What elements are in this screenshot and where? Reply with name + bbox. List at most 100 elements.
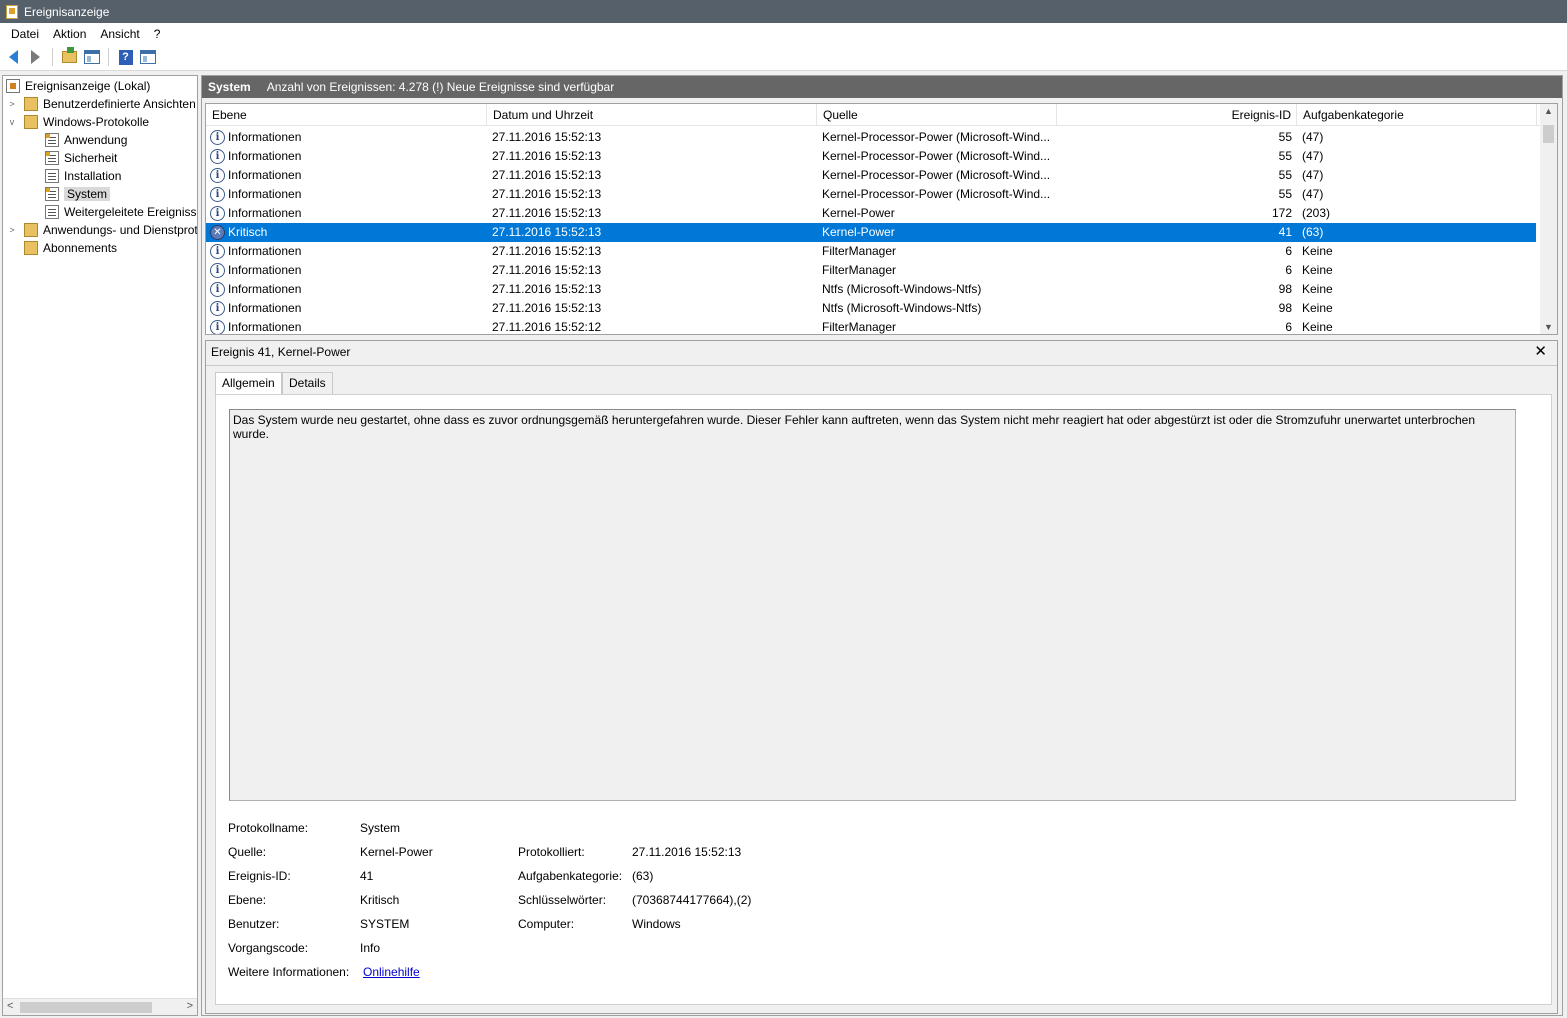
up-one-level-button[interactable]: [60, 47, 79, 67]
cell-id: 6: [1285, 320, 1292, 334]
event-row[interactable]: i Informationen 27.11.2016 15:52:13 Ntfs (M…: [206, 280, 1536, 299]
cell-level: Informationen: [228, 206, 302, 220]
cell-id: 41: [1278, 225, 1292, 239]
value-source: Kernel-Power: [360, 845, 433, 859]
cell-id: 6: [1285, 263, 1292, 277]
scrollbar-thumb[interactable]: [20, 1002, 152, 1013]
information-icon: i: [210, 187, 225, 202]
tree-item-custom-views[interactable]: > Benutzerdefinierte Ansichten: [6, 95, 196, 113]
scroll-left-icon[interactable]: <: [7, 1000, 13, 1012]
tree-item-app-services-logs[interactable]: > Anwendungs- und Dienstprotokolle: [6, 221, 197, 239]
cell-category: (47): [1302, 149, 1324, 163]
scroll-right-icon[interactable]: >: [187, 1000, 193, 1012]
console-tree: Ereignisanzeige (Lokal) > Benutzerdefini…: [2, 75, 198, 1016]
event-row[interactable]: i Informationen 27.11.2016 15:52:12 FilterM…: [206, 318, 1536, 334]
tree-item-subscriptions[interactable]: Abonnements: [24, 239, 117, 257]
scroll-up-icon[interactable]: ▲: [1544, 106, 1553, 116]
event-row[interactable]: i Informationen 27.11.2016 15:52:13 Kernel-…: [206, 166, 1536, 185]
menu-view[interactable]: Ansicht: [93, 27, 146, 41]
column-header-source[interactable]: Quelle: [817, 104, 1057, 126]
event-viewer-app-icon: [6, 4, 18, 19]
cell-category: Keine: [1302, 320, 1333, 334]
event-list-vertical-scrollbar[interactable]: ▲ ▼: [1540, 104, 1557, 334]
scrollbar-thumb[interactable]: [1543, 125, 1554, 143]
cell-category: Keine: [1302, 301, 1333, 315]
event-row[interactable]: i Informationen 27.11.2016 15:52:13 FilterM…: [206, 261, 1536, 280]
column-header-task-category[interactable]: Aufgabenkategorie: [1297, 104, 1537, 126]
event-row[interactable]: ✕ Kritisch 27.11.2016 15:52:13 Kernel-Power…: [206, 223, 1536, 242]
event-row[interactable]: i Informationen 27.11.2016 15:52:13 FilterM…: [206, 242, 1536, 261]
back-button[interactable]: [4, 48, 23, 67]
label-task-category: Aufgabenkategorie:: [518, 869, 623, 883]
event-message[interactable]: Das System wurde neu gestartet, ohne das…: [229, 409, 1516, 801]
event-count-info: Anzahl von Ereignissen: 4.278 (!) Neue E…: [266, 80, 615, 94]
event-row[interactable]: i Informationen 27.11.2016 15:52:13 Kernel-…: [206, 204, 1536, 223]
value-level: Kritisch: [360, 893, 400, 907]
tree-item-security[interactable]: Sicherheit: [45, 149, 117, 167]
information-icon: i: [210, 263, 225, 278]
scroll-down-icon[interactable]: ▼: [1544, 322, 1553, 332]
column-header-event-id[interactable]: Ereignis-ID: [1057, 104, 1297, 126]
menu-help[interactable]: ?: [147, 27, 168, 41]
cell-level: Kritisch: [228, 225, 268, 239]
event-list: Ebene Datum und Uhrzeit Quelle Ereignis-…: [205, 103, 1558, 335]
cell-id: 55: [1278, 187, 1292, 201]
help-button[interactable]: ?: [116, 48, 135, 67]
log-icon: [45, 187, 59, 201]
tree-item-root[interactable]: Ereignisanzeige (Lokal): [6, 77, 150, 95]
cell-level: Informationen: [228, 244, 302, 258]
expand-chevron-icon[interactable]: >: [6, 99, 18, 109]
label-keywords: Schlüsselwörter:: [518, 893, 607, 907]
cell-datetime: 27.11.2016 15:52:13: [492, 187, 602, 201]
value-opcode: Info: [360, 941, 381, 955]
cell-source: FilterManager: [822, 320, 897, 334]
tab-general[interactable]: Allgemein: [215, 372, 282, 395]
tree-item-windows-logs[interactable]: v Windows-Protokolle: [6, 113, 149, 131]
cell-category: Keine: [1302, 244, 1333, 258]
cell-category: (47): [1302, 168, 1324, 182]
cell-id: 55: [1278, 130, 1292, 144]
tab-details[interactable]: Details: [282, 372, 333, 394]
cell-source: Ntfs (Microsoft-Windows-Ntfs): [822, 282, 982, 296]
label-source: Quelle:: [228, 845, 267, 859]
information-icon: i: [210, 130, 225, 145]
cell-datetime: 27.11.2016 15:52:13: [492, 130, 602, 144]
event-list-header: Ebene Datum und Uhrzeit Quelle Ereignis-…: [206, 104, 1540, 126]
cell-source: Kernel-Processor-Power (Microsoft-Wind..…: [822, 130, 1051, 144]
tree-item-label: Weitergeleitete Ereignisse: [64, 205, 198, 219]
tree-item-application[interactable]: Anwendung: [45, 131, 127, 149]
value-computer: Windows: [632, 917, 681, 931]
show-hide-action-pane-button[interactable]: [138, 48, 157, 67]
menu-action[interactable]: Aktion: [46, 27, 93, 41]
tree-item-setup[interactable]: Installation: [45, 167, 121, 185]
column-header-level[interactable]: Ebene: [206, 104, 487, 126]
cell-datetime: 27.11.2016 15:52:13: [492, 168, 602, 182]
folder-icon: [24, 241, 38, 255]
folder-icon: [24, 223, 38, 237]
event-row[interactable]: i Informationen 27.11.2016 15:52:13 Ntfs (M…: [206, 299, 1536, 318]
forward-button[interactable]: [26, 48, 45, 67]
tree-item-system[interactable]: System: [45, 185, 111, 203]
tree-item-forwarded-events[interactable]: Weitergeleitete Ereignisse: [45, 203, 198, 221]
cell-datetime: 27.11.2016 15:52:13: [492, 149, 602, 163]
show-hide-tree-button[interactable]: [82, 48, 101, 67]
collapse-chevron-icon[interactable]: v: [6, 117, 18, 127]
column-header-datetime[interactable]: Datum und Uhrzeit: [487, 104, 817, 126]
cell-datetime: 27.11.2016 15:52:13: [492, 244, 602, 258]
back-arrow-icon: [9, 50, 18, 64]
event-row[interactable]: i Informationen 27.11.2016 15:52:13 Kernel-…: [206, 147, 1536, 166]
show-hide-tree-icon: [83, 50, 100, 64]
online-help-link[interactable]: Onlinehilfe: [363, 965, 420, 979]
log-icon: [45, 133, 59, 147]
expand-chevron-icon[interactable]: >: [6, 225, 18, 235]
log-header-bar: System Anzahl von Ereignissen: 4.278 (!)…: [202, 76, 1562, 98]
information-icon: i: [210, 206, 225, 221]
cell-category: (47): [1302, 187, 1324, 201]
close-icon[interactable]: ✕: [1534, 342, 1547, 360]
menu-file[interactable]: Datei: [4, 27, 46, 41]
event-row[interactable]: i Informationen 27.11.2016 15:52:13 Kernel-…: [206, 185, 1536, 204]
tree-horizontal-scrollbar[interactable]: < >: [3, 998, 197, 1015]
cell-level: Informationen: [228, 130, 302, 144]
event-row[interactable]: i Informationen 27.11.2016 15:52:13 Kernel-…: [206, 128, 1536, 147]
cell-level: Informationen: [228, 301, 302, 315]
